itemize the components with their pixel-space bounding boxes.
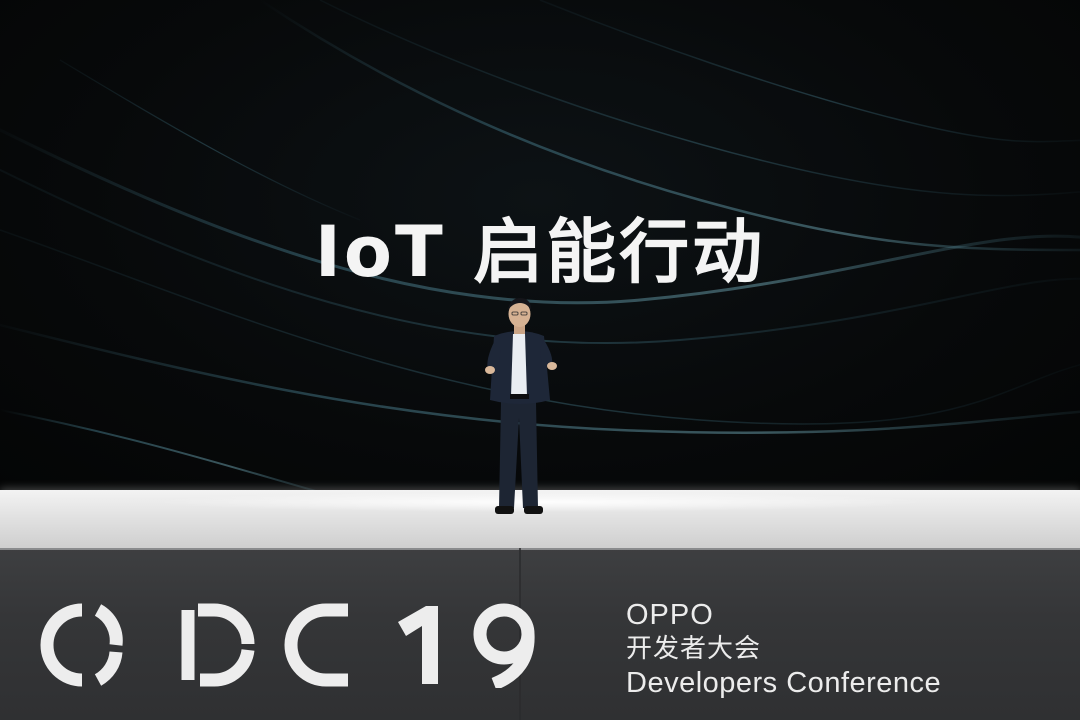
wave-line (0, 409, 331, 495)
wave-line (319, 0, 1080, 197)
speaker-figure (485, 298, 557, 514)
brand-name: OPPO (626, 599, 714, 631)
brand-block: OPPO 开发者大会 Developers Conference (626, 598, 941, 700)
event-name-cn: 开发者大会 (626, 634, 762, 664)
screen-headline: IoT 启能行动 (314, 211, 766, 293)
odc19-logo (22, 600, 582, 691)
odc19-logo-mark (40, 603, 535, 691)
event-name-en: Developers Conference (626, 667, 942, 699)
conference-scene: IoT 启能行动 OPPO 开发者大会 Developers Conferenc… (0, 0, 1080, 720)
